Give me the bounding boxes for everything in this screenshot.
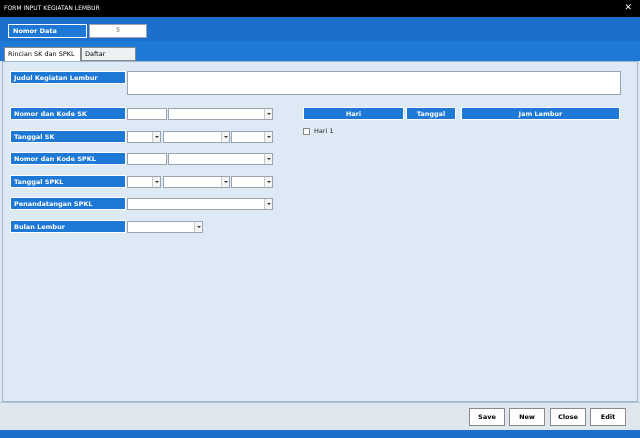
hari-1-checkbox[interactable] bbox=[303, 128, 310, 135]
form-window: FORM INPUT KEGIATAN LEMBUR ✕ Nomor Data … bbox=[0, 0, 640, 438]
column-header-tanggal: Tanggal bbox=[406, 107, 456, 120]
tanggal-spkl-month-select[interactable] bbox=[163, 176, 230, 188]
bottom-bar bbox=[0, 430, 640, 438]
tanggal-sk-year-select[interactable] bbox=[231, 131, 273, 143]
tanggal-sk-month-select[interactable] bbox=[163, 131, 230, 143]
chevron-down-icon[interactable] bbox=[264, 199, 272, 209]
chevron-down-icon[interactable] bbox=[221, 177, 229, 187]
penandatangan-spkl-select[interactable] bbox=[127, 198, 273, 210]
new-button[interactable]: New bbox=[509, 408, 545, 426]
bulan-lembur-label: Bulan Lembur bbox=[10, 220, 126, 233]
title-bar: FORM INPUT KEGIATAN LEMBUR ✕ bbox=[0, 0, 640, 17]
tanggal-sk-label: Tanggal SK bbox=[10, 130, 126, 143]
chevron-down-icon[interactable] bbox=[221, 132, 229, 142]
column-header-jam-lembur: Jam Lembur bbox=[461, 107, 620, 120]
nomor-spkl-input[interactable] bbox=[127, 153, 167, 165]
nomor-data-field[interactable]: 5 bbox=[89, 24, 147, 38]
chevron-down-icon[interactable] bbox=[152, 132, 160, 142]
hari-1-label: Hari 1 bbox=[314, 127, 334, 135]
tab-rincian-sk-spkl[interactable]: Rincian SK dan SPKL bbox=[4, 47, 81, 62]
nomor-kode-spkl-label: Nomor dan Kode SPKL bbox=[10, 152, 126, 165]
chevron-down-icon[interactable] bbox=[264, 177, 272, 187]
chevron-down-icon[interactable] bbox=[264, 109, 272, 119]
chevron-down-icon[interactable] bbox=[264, 154, 272, 164]
nomor-kode-sk-label: Nomor dan Kode SK bbox=[10, 107, 126, 120]
tanggal-spkl-year-select[interactable] bbox=[231, 176, 273, 188]
close-icon[interactable]: ✕ bbox=[624, 0, 632, 17]
window-title: FORM INPUT KEGIATAN LEMBUR bbox=[4, 5, 100, 12]
tanggal-spkl-label: Tanggal SPKL bbox=[10, 175, 126, 188]
nomor-sk-input[interactable] bbox=[127, 108, 167, 120]
chevron-down-icon[interactable] bbox=[264, 132, 272, 142]
close-button[interactable]: Close bbox=[550, 408, 586, 426]
judul-kegiatan-label: Judul Kegiatan Lembur bbox=[10, 71, 126, 84]
edit-button[interactable]: Edit bbox=[590, 408, 626, 426]
penandatangan-spkl-label: Penandatangan SPKL bbox=[10, 197, 126, 210]
column-header-hari: Hari bbox=[303, 107, 404, 120]
chevron-down-icon[interactable] bbox=[152, 177, 160, 187]
tanggal-sk-day-select[interactable] bbox=[127, 131, 161, 143]
save-button[interactable]: Save bbox=[469, 408, 505, 426]
nomor-data-label: Nomor Data bbox=[8, 24, 87, 38]
bulan-lembur-select[interactable] bbox=[127, 221, 203, 233]
tanggal-spkl-day-select[interactable] bbox=[127, 176, 161, 188]
chevron-down-icon[interactable] bbox=[194, 222, 202, 232]
kode-spkl-select[interactable] bbox=[168, 153, 273, 165]
judul-kegiatan-input[interactable] bbox=[127, 71, 621, 95]
kode-sk-select[interactable] bbox=[168, 108, 273, 120]
tab-daftar-lembur[interactable]: Daftar Lembur bbox=[81, 47, 136, 61]
